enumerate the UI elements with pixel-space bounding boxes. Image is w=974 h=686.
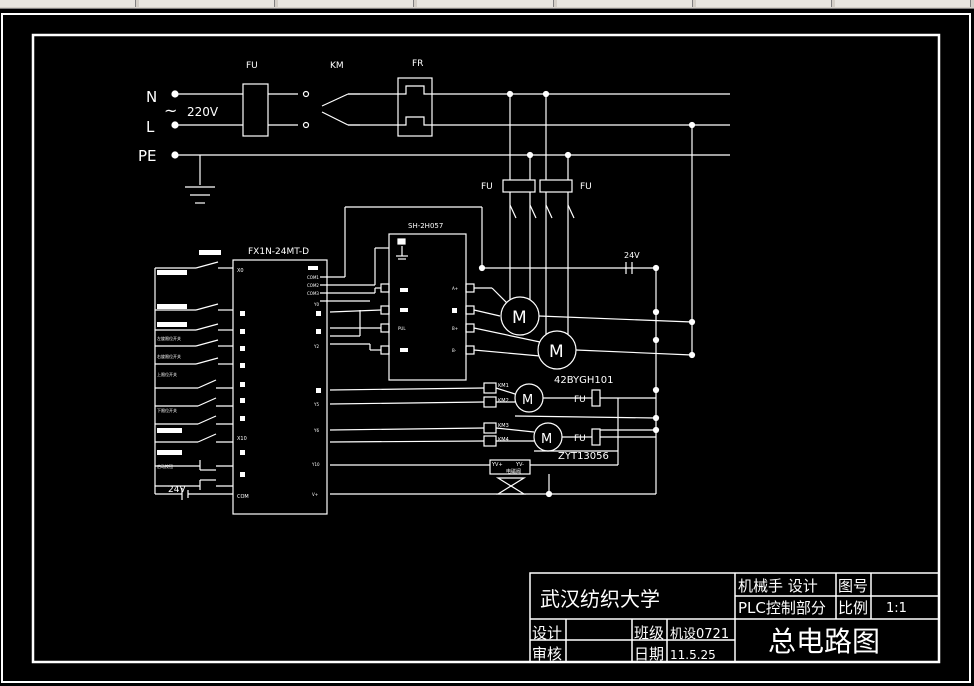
ac-symbol: ~ (164, 101, 177, 120)
driver-b-minus: B- (452, 348, 457, 353)
label-y5: Y5 (313, 402, 319, 407)
label-y6: Y6 (313, 428, 319, 433)
school-name: 武汉纺织大学 (540, 587, 660, 611)
label-in-3: 上限位开关 (157, 371, 177, 377)
label-com1: COM1 (307, 275, 319, 280)
design-label: 设计 (532, 624, 562, 642)
class-label: 班级 (634, 624, 664, 642)
motor-label-4: M (541, 432, 552, 447)
driver-b-plus: B+ (452, 326, 458, 331)
motor-label-1: M (512, 308, 527, 328)
label-pe: PE (138, 147, 157, 165)
label-y10: Y10 (311, 462, 320, 467)
label-vplus: V+ (312, 492, 318, 497)
driver-pul: PUL (398, 326, 406, 331)
terminal-pe (171, 151, 179, 159)
label-fu-m2: FU (574, 434, 586, 444)
label-com3: COM3 (307, 291, 319, 296)
label-24v-bottom: 24V (168, 485, 186, 495)
label-in-1: 左旋限位开关 (157, 335, 181, 341)
label-x10: X10 (237, 436, 247, 442)
label-in-5: 启动按钮 (157, 463, 173, 469)
label-yv1: YV+ (491, 462, 503, 468)
label-n: N (146, 88, 157, 106)
thermal-relay (397, 77, 433, 137)
outer-frame (1, 13, 971, 683)
label-in-4: 下限位开关 (157, 407, 177, 413)
branch-fuse-right (539, 179, 573, 193)
terminal-l (171, 121, 179, 129)
label-fu-right: FU (580, 182, 592, 192)
label-com2: COM2 (307, 283, 319, 288)
label-com: COM (237, 494, 249, 500)
voltage-label: 220V (187, 105, 219, 119)
label-x0: X0 (237, 268, 244, 274)
label-fu-left: FU (481, 182, 493, 192)
label-km4: KM4 (498, 437, 509, 443)
terminal-n (171, 90, 179, 98)
label-fr: FR (412, 59, 423, 69)
label-yv-caption: 电磁阀 (506, 468, 521, 475)
stepper-model: 42BYGH101 (554, 375, 614, 386)
label-fu-m1: FU (574, 395, 586, 405)
review-label: 审核 (532, 645, 562, 663)
scale-label: 比例 (838, 599, 868, 617)
date-label: 日期 (634, 645, 664, 663)
label-l: L (146, 118, 155, 136)
label-fu-main: FU (246, 61, 258, 71)
label-km3: KM3 (498, 423, 509, 429)
drawing-title: 总电路图 (768, 625, 880, 658)
class-value: 机设0721 (670, 627, 729, 642)
project-name: 机械手 设计 (738, 577, 818, 595)
label-km2: KM2 (498, 398, 509, 404)
driver-a-plus: A+ (452, 286, 458, 291)
label-km: KM (330, 61, 344, 71)
main-fuse (242, 83, 269, 137)
date-value: 11.5.25 (670, 648, 716, 662)
part-name: PLC控制部分 (738, 599, 826, 617)
plc-label: FX1N-24MT-D (248, 247, 309, 257)
drawing-no-label: 图号 (838, 577, 868, 595)
label-yv2: YV- (515, 462, 524, 468)
plc-box (232, 259, 328, 515)
drawing-frame (31, 33, 941, 664)
motor-label-2: M (549, 342, 564, 362)
circuit-diagram: N L PE ~ 220V FU KM FR FU FU FX1N-24MT-D… (1, 13, 971, 683)
driver-label: SH-2H057 (408, 222, 443, 230)
label-km1: KM1 (498, 383, 509, 389)
motor-label-3: M (522, 393, 533, 408)
label-y0: Y0 (313, 302, 319, 307)
scale-value: 1:1 (886, 601, 907, 616)
label-in-2: 右旋限位开关 (157, 353, 181, 359)
motor-model-2: ZYT13056 (558, 451, 609, 462)
label-24v-top: 24V (624, 251, 640, 260)
label-y2: Y2 (313, 344, 319, 349)
branch-fuse-left (502, 179, 536, 193)
